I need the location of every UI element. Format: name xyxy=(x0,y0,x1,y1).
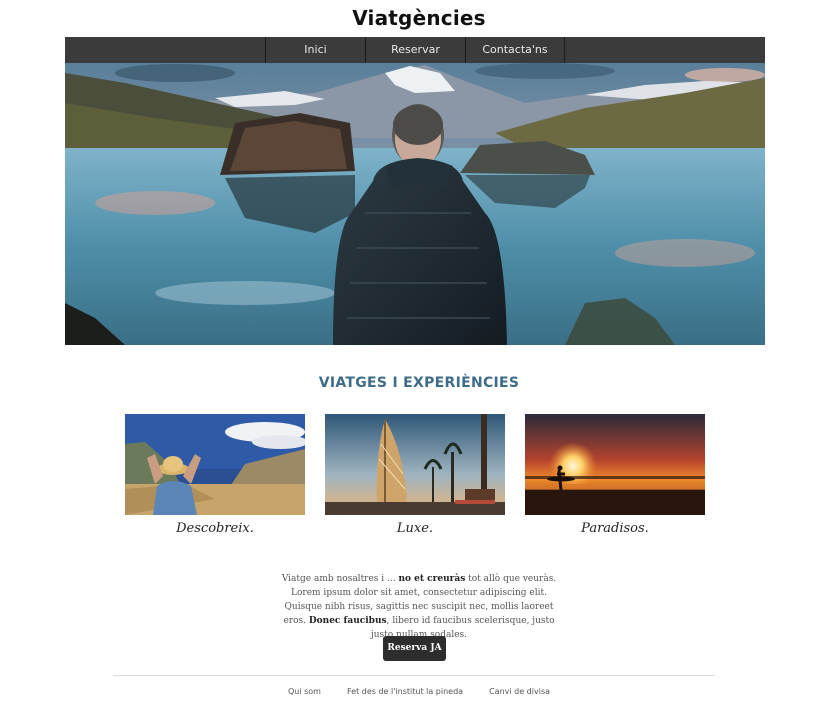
intro-text-1: Viatge amb nosaltres i ... xyxy=(281,574,399,584)
hero-image xyxy=(65,63,765,345)
footer-divider xyxy=(113,675,715,676)
footer-link-canvi-divisa[interactable]: Canvi de divisa xyxy=(489,687,550,696)
nav-item-contacta[interactable]: Contacta'ns xyxy=(465,37,565,63)
footer-link-qui-som[interactable]: Qui som xyxy=(288,687,321,696)
footer-link-institut[interactable]: Fet des de l'institut la pineda xyxy=(347,687,463,696)
card-image-hotel xyxy=(325,414,505,515)
hero-illustration xyxy=(65,63,765,345)
nav-item-inici[interactable]: Inici xyxy=(265,37,365,63)
card-descobreix[interactable]: Descobreix. xyxy=(125,414,305,536)
sunset-illustration xyxy=(525,414,705,515)
card-caption: Luxe. xyxy=(396,521,434,536)
card-caption: Descobreix. xyxy=(176,521,254,536)
card-caption: Paradisos. xyxy=(581,521,649,536)
intro-paragraph: Viatge amb nosaltres i ... no et creuràs… xyxy=(275,572,563,642)
card-luxe[interactable]: Luxe. xyxy=(325,414,505,536)
nav-items: Inici Reservar Contacta'ns xyxy=(265,37,565,63)
footer-links: Qui som Fet des de l'institut la pineda … xyxy=(0,687,838,696)
main-navbar: Inici Reservar Contacta'ns xyxy=(65,37,765,63)
intro-bold-1: no et creuràs xyxy=(398,574,466,584)
intro-bold-2: Donec faucibus xyxy=(308,616,387,626)
card-image-hiker xyxy=(125,414,305,515)
hiker-illustration xyxy=(125,414,305,515)
hotel-illustration xyxy=(325,414,505,515)
site-title: Viatgències xyxy=(352,6,486,30)
nav-item-reservar[interactable]: Reservar xyxy=(365,37,465,63)
section-title: VIATGES I EXPERIÈNCIES xyxy=(318,375,520,391)
card-image-sunset xyxy=(525,414,705,515)
reserve-button[interactable]: Reserva JA xyxy=(383,636,446,661)
card-paradisos[interactable]: Paradisos. xyxy=(525,414,705,536)
